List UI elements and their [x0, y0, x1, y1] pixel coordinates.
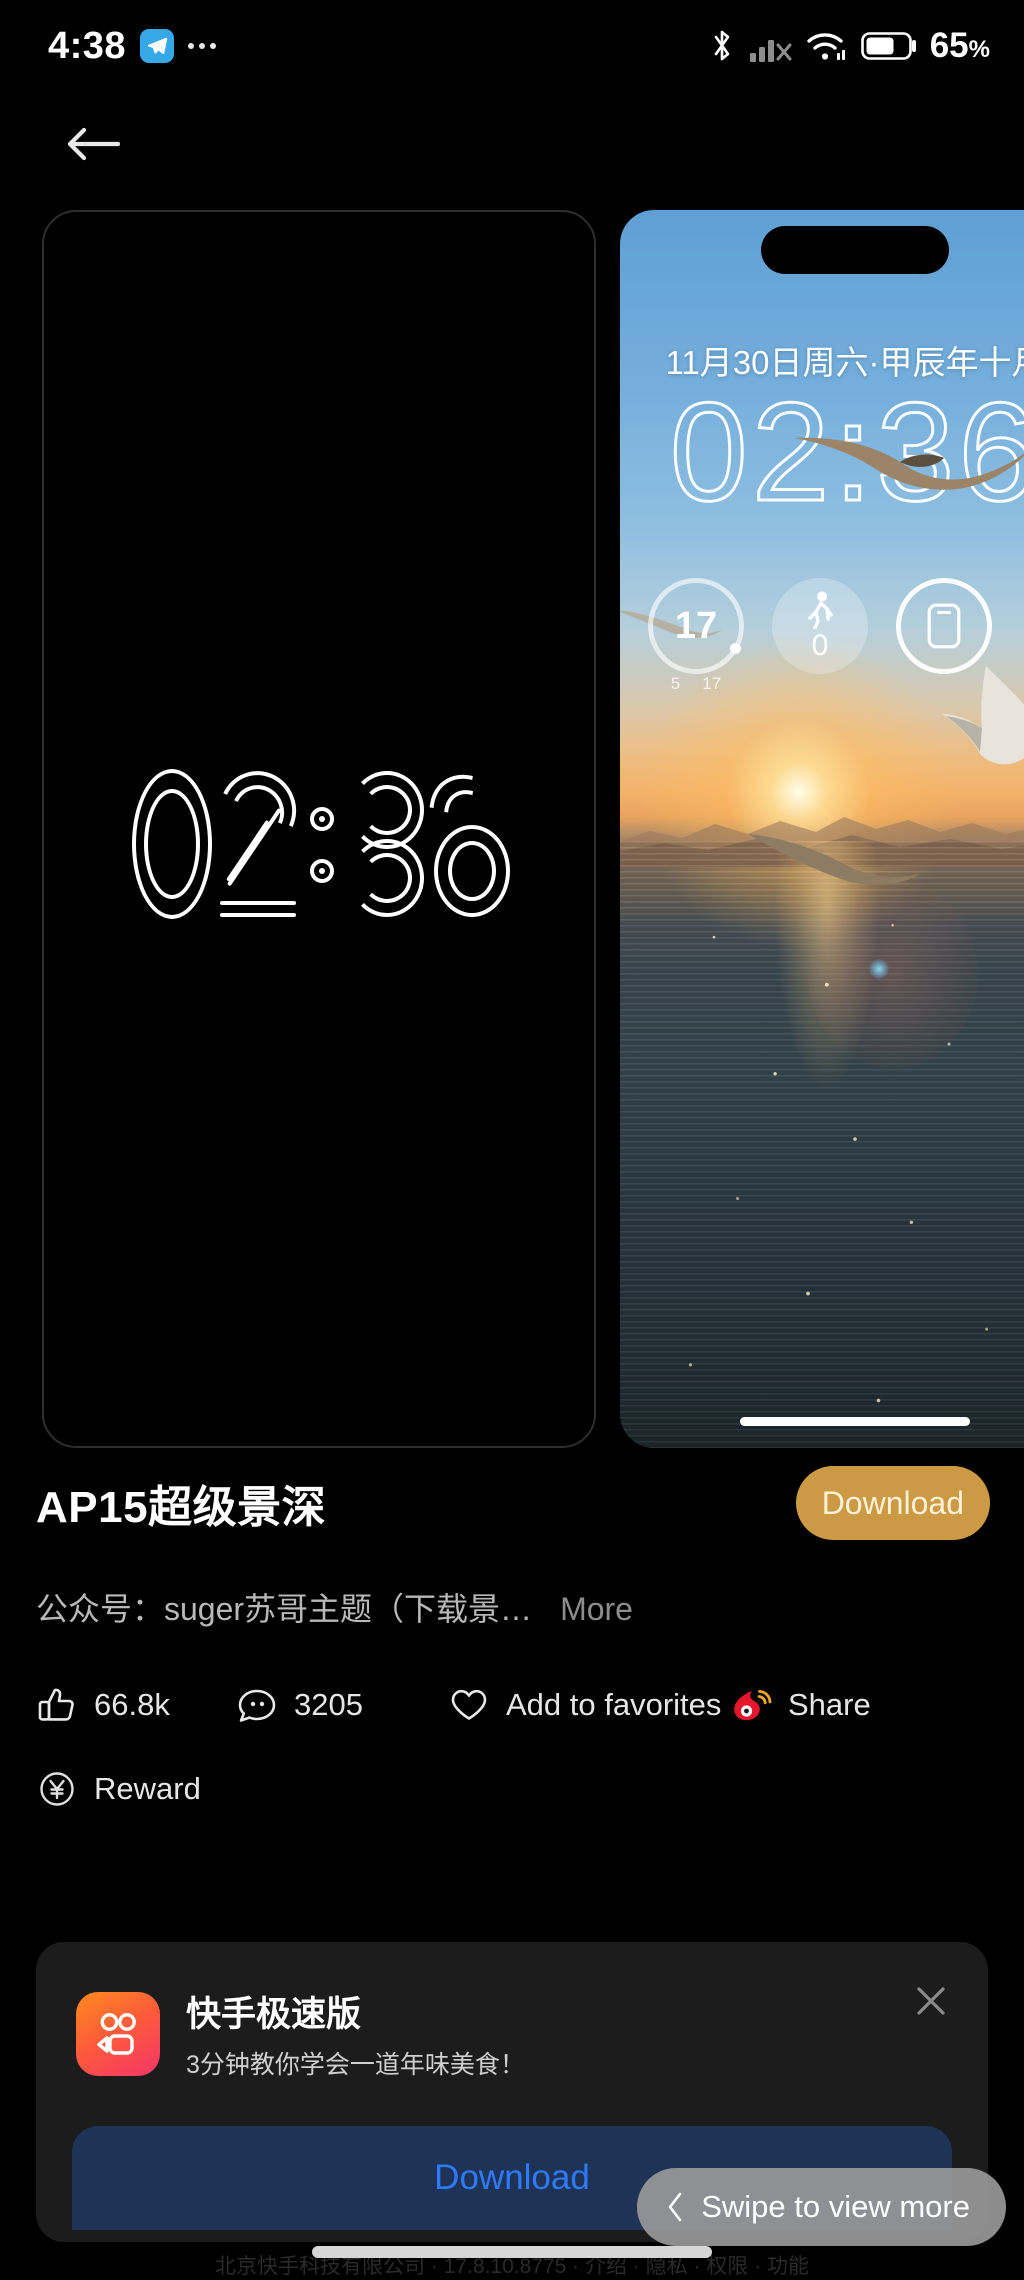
description-text: 公众号：suger苏哥主题（下载景… — [36, 1591, 533, 1627]
reward-label: Reward — [94, 1771, 201, 1806]
weather-high: 17 — [702, 674, 722, 693]
share-button[interactable]: Share — [728, 1684, 871, 1726]
device-notch — [761, 226, 949, 274]
kuaishou-icon — [76, 1991, 160, 2076]
comment-count: 3205 — [294, 1687, 363, 1722]
share-label: Share — [788, 1687, 871, 1722]
description-row: 公众号：suger苏哥主题（下载景… More — [0, 1558, 1024, 1630]
battery-icon — [860, 32, 916, 60]
title-row: AP15超级景深 Download — [0, 1448, 1024, 1558]
back-button[interactable] — [46, 100, 140, 188]
aod-digit-6 — [411, 757, 537, 919]
preview-card-aod[interactable] — [42, 210, 596, 1448]
telegram-icon — [140, 29, 175, 63]
lens-flare-dot — [869, 958, 890, 979]
preview-home-indicator — [740, 1417, 970, 1426]
comment-icon — [238, 1689, 276, 1722]
bluetooth-icon — [714, 30, 730, 61]
lens-flare-band — [808, 878, 978, 1069]
reward-row: Reward — [0, 1726, 1024, 1810]
swipe-hint-label: Swipe to view more — [701, 2189, 970, 2224]
aod-clock — [130, 757, 537, 919]
steps-count: 0 — [811, 629, 829, 662]
status-bar-clock: 4:38 — [48, 24, 127, 67]
steps-widget[interactable]: 0 — [772, 578, 868, 674]
ad-text-block: 快手极速版 3分钟教你学会一道年味美食！ — [186, 1986, 525, 2081]
weibo-icon — [734, 1690, 772, 1721]
ad-header: 快手极速版 3分钟教你学会一道年味美食！ — [36, 1942, 988, 2081]
like-button[interactable]: 66.8k — [36, 1684, 236, 1726]
comment-button[interactable]: 3205 — [236, 1684, 448, 1726]
status-bar-right: 65% — [708, 26, 990, 66]
ad-title: 快手极速版 — [186, 1995, 362, 2034]
wallpaper-detail-section: AP15超级景深 Download 公众号：suger苏哥主题（下载景… Mor… — [0, 1448, 1024, 1810]
back-arrow-icon — [67, 127, 121, 161]
weather-low: 5 — [670, 674, 681, 693]
battery-percent: 65% — [929, 26, 990, 65]
app-screen: 4:38 65% 11月30日周六·甲辰年十月 02:36 17 5 17 0 … — [0, 0, 1024, 2278]
nav-bar — [0, 92, 1024, 196]
ad-subtitle: 3分钟教你学会一道年味美食！ — [186, 2051, 525, 2079]
swipe-to-view-more-hint[interactable]: Swipe to view more — [637, 2168, 1006, 2246]
walking-person-icon — [808, 591, 833, 629]
aod-colon — [302, 769, 342, 919]
favorite-label: Add to favorites — [506, 1687, 722, 1722]
aod-digit-0 — [130, 769, 214, 919]
chevron-left-icon — [668, 2192, 682, 2222]
action-bar: 66.8k 3205 Add to favorites Share — [0, 1630, 1024, 1726]
lockscreen-clock: 02:36 — [668, 373, 1024, 530]
yuan-circle-icon — [40, 1772, 74, 1806]
system-home-indicator[interactable] — [312, 2246, 712, 2258]
status-bar-left: 4:38 — [48, 24, 217, 68]
weather-ring-widget[interactable]: 17 5 17 — [648, 578, 744, 693]
close-icon — [917, 1987, 945, 2015]
wifi-icon — [807, 33, 845, 60]
preview-card-lockscreen[interactable]: 11月30日周六·甲辰年十月 02:36 17 5 17 0 — [620, 210, 1024, 1448]
favorite-button[interactable]: Add to favorites — [448, 1684, 728, 1726]
signal-no-sim-icon — [749, 40, 792, 62]
status-bar: 4:38 65% — [0, 0, 1024, 92]
ad-close-button[interactable] — [900, 1970, 962, 2032]
like-count: 66.8k — [94, 1687, 170, 1722]
aod-digit-3 — [344, 769, 428, 919]
page-title: AP15超级景深 — [36, 1483, 327, 1532]
wallpaper-preview-carousel[interactable]: 11月30日周六·甲辰年十月 02:36 17 5 17 0 — [0, 210, 1024, 1448]
thumbs-up-icon — [38, 1688, 74, 1721]
device-widget[interactable] — [896, 578, 992, 674]
reward-button[interactable]: Reward — [36, 1768, 201, 1810]
lockscreen-widgets: 17 5 17 0 — [648, 578, 1024, 693]
download-button[interactable]: Download — [795, 1466, 990, 1540]
aod-digit-2 — [208, 760, 308, 919]
more-dots-icon — [188, 43, 217, 49]
more-link[interactable]: More — [560, 1591, 633, 1628]
heart-icon — [451, 1689, 487, 1720]
